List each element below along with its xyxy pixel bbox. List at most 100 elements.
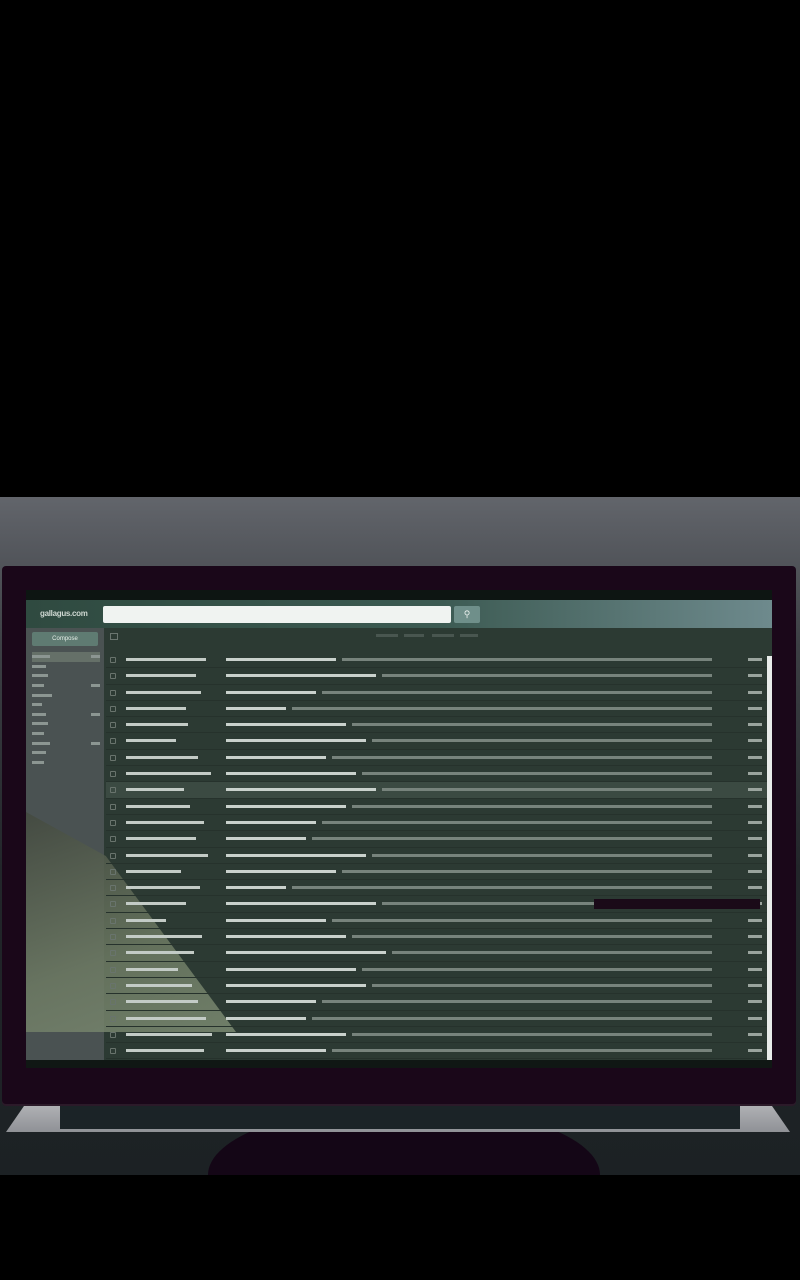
star-icon[interactable] [110,982,116,989]
sidebar-folder[interactable] [32,690,100,700]
message-row[interactable] [106,978,768,995]
message-subject [226,820,316,824]
star-icon[interactable] [110,917,116,924]
star-icon[interactable] [110,657,116,663]
app-logo[interactable]: gallagus.com [40,609,88,618]
message-subject [226,739,366,743]
message-row[interactable] [106,913,768,930]
message-snippet [332,918,712,922]
select-all-checkbox[interactable] [110,633,118,640]
message-row[interactable] [106,717,768,734]
message-subject [226,935,346,939]
message-row[interactable] [106,1011,768,1027]
search-button[interactable]: ⚲ [454,606,480,623]
star-icon[interactable] [110,1015,116,1022]
message-row[interactable] [106,815,768,832]
sidebar-folder[interactable] [32,748,100,758]
toolbar-button[interactable] [432,634,454,637]
star-icon[interactable] [110,836,116,843]
message-row[interactable] [106,1027,768,1044]
selection-overlay [594,899,760,909]
star-icon[interactable] [110,803,116,810]
message-row[interactable] [106,750,768,767]
message-sender [126,886,200,890]
toolbar-button[interactable] [376,634,398,637]
message-subject [226,755,326,759]
sidebar-folder[interactable] [32,652,100,662]
star-icon[interactable] [110,689,116,696]
message-row[interactable] [106,782,768,799]
sidebar-folder[interactable] [32,719,100,729]
star-icon[interactable] [110,738,116,745]
message-row[interactable] [106,766,768,783]
scrollbar[interactable] [767,656,772,1066]
message-row[interactable] [106,685,768,701]
message-row[interactable] [106,864,768,881]
search-input[interactable] [103,606,451,623]
message-row[interactable] [106,880,768,897]
message-date [748,983,762,987]
sidebar-folder[interactable] [32,700,100,710]
message-row[interactable] [106,652,768,669]
message-row[interactable] [106,701,768,718]
star-icon[interactable] [110,705,116,712]
message-row[interactable] [106,848,768,864]
message-row[interactable] [106,668,768,685]
sidebar-folder[interactable] [32,758,100,768]
star-icon[interactable] [110,722,116,729]
message-subject [226,658,336,661]
message-snippet [382,788,712,792]
star-icon[interactable] [110,950,116,957]
message-sender [126,658,206,661]
star-icon[interactable] [110,1031,116,1038]
compose-button[interactable]: Compose [32,632,98,646]
star-icon[interactable] [110,966,116,973]
folder-label [32,674,48,678]
star-icon[interactable] [110,673,116,680]
star-icon[interactable] [110,934,116,941]
folder-count [91,655,100,659]
message-subject [226,983,366,987]
star-icon[interactable] [110,754,116,761]
message-row[interactable] [106,831,768,848]
sidebar-folder[interactable] [32,662,100,672]
message-row[interactable] [106,929,768,946]
folder-label [32,655,50,659]
star-icon[interactable] [110,901,116,908]
message-subject [226,902,376,906]
message-row[interactable] [106,1043,768,1060]
sidebar-folder[interactable] [32,671,100,681]
sidebar-folder[interactable] [32,681,100,691]
message-sender [126,755,198,759]
message-row[interactable] [106,945,768,962]
sidebar-folder[interactable] [32,710,100,720]
message-subject [226,886,286,890]
star-icon[interactable] [110,819,116,826]
star-icon[interactable] [110,771,116,778]
message-date [748,706,762,710]
message-row[interactable] [106,994,768,1011]
folder-label [32,703,42,707]
message-date [748,772,762,776]
message-row[interactable] [106,733,768,750]
star-icon[interactable] [110,885,116,892]
star-icon[interactable] [110,1048,116,1055]
message-subject [226,1049,326,1053]
message-row[interactable] [106,962,768,978]
sidebar-folder[interactable] [32,738,100,748]
toolbar-button[interactable] [404,634,424,637]
sidebar-folder[interactable] [32,729,100,739]
message-row[interactable] [106,799,768,815]
star-icon[interactable] [110,852,116,859]
message-subject [226,951,386,955]
message-subject [226,674,376,678]
star-icon[interactable] [110,868,116,875]
mail-toolbar [106,630,772,642]
star-icon[interactable] [110,787,116,794]
message-subject [226,918,326,922]
folder-label [32,722,48,726]
toolbar-button[interactable] [460,634,478,637]
star-icon[interactable] [110,999,116,1006]
message-subject [226,1000,316,1004]
message-sender [126,853,208,857]
